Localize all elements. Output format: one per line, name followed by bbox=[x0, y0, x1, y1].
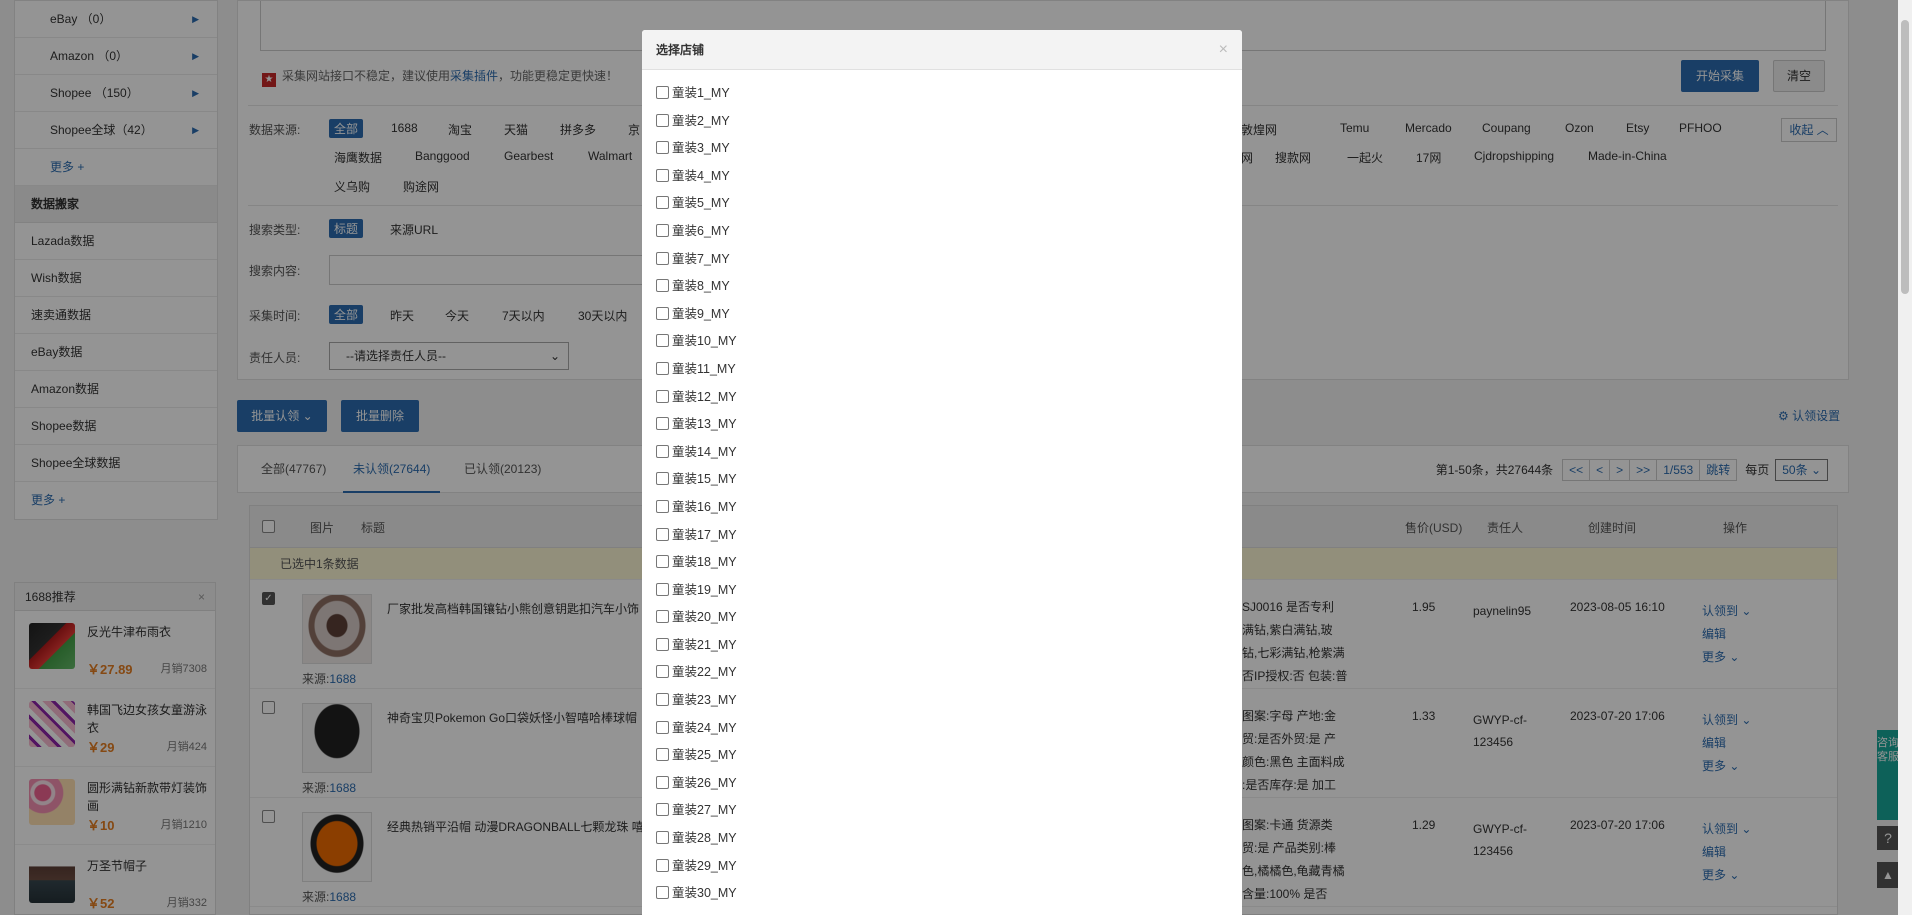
shop-checkbox[interactable] bbox=[656, 196, 669, 210]
shop-name: 童装11_MY bbox=[672, 361, 736, 376]
shop-checkbox[interactable] bbox=[656, 223, 669, 237]
shop-option[interactable]: 童装27_MY bbox=[656, 801, 1242, 829]
shop-name: 童装16_MY bbox=[672, 499, 737, 514]
shop-option[interactable]: 童装17_MY bbox=[656, 526, 1242, 554]
modal-header: 选择店铺 × bbox=[642, 30, 1242, 70]
shop-checkbox[interactable] bbox=[656, 803, 669, 817]
shop-option[interactable]: 童装14_MY bbox=[656, 443, 1242, 471]
shop-checkbox[interactable] bbox=[656, 582, 669, 596]
modal-title: 选择店铺 bbox=[656, 43, 705, 57]
shop-name: 童装9_MY bbox=[672, 306, 730, 321]
shop-option[interactable]: 童装22_MY bbox=[656, 663, 1242, 691]
shop-checkbox[interactable] bbox=[656, 693, 669, 707]
shop-name: 童装12_MY bbox=[672, 389, 737, 404]
shop-name: 童装7_MY bbox=[672, 251, 730, 266]
select-shop-modal: 选择店铺 × 童装1_MY 童装2_MY 童装3_MY 童装4_MY 童装5_MY 童装6… bbox=[642, 30, 1242, 915]
shop-name: 童装14_MY bbox=[672, 444, 737, 459]
shop-option[interactable]: 童装4_MY bbox=[656, 167, 1242, 195]
shop-name: 童装4_MY bbox=[672, 168, 730, 183]
shop-checkbox[interactable] bbox=[656, 831, 669, 845]
shop-name: 童装28_MY bbox=[672, 831, 737, 846]
shop-checkbox[interactable] bbox=[656, 858, 669, 872]
shop-checkbox[interactable] bbox=[656, 306, 669, 320]
shop-name: 童装26_MY bbox=[672, 775, 737, 790]
shop-name: 童装19_MY bbox=[672, 582, 737, 597]
shop-name: 童装21_MY bbox=[672, 637, 737, 652]
shop-checkbox[interactable] bbox=[656, 251, 669, 265]
shop-option[interactable]: 童装10_MY bbox=[656, 332, 1242, 360]
shop-option[interactable]: 童装19_MY bbox=[656, 581, 1242, 609]
shop-option[interactable]: 童装13_MY bbox=[656, 415, 1242, 443]
shop-checkbox[interactable] bbox=[656, 279, 669, 293]
shop-name: 童装8_MY bbox=[672, 279, 730, 294]
shop-option[interactable]: 童装7_MY bbox=[656, 250, 1242, 278]
shop-checkbox[interactable] bbox=[656, 86, 669, 99]
shop-checkbox[interactable] bbox=[656, 720, 669, 734]
shop-name: 童装22_MY bbox=[672, 665, 737, 680]
shop-option[interactable]: 童装15_MY bbox=[656, 470, 1242, 498]
scrollbar-thumb[interactable] bbox=[1901, 20, 1909, 294]
shop-checkbox[interactable] bbox=[656, 113, 669, 127]
shop-option[interactable]: 童装6_MY bbox=[656, 222, 1242, 250]
shop-option[interactable]: 童装23_MY bbox=[656, 691, 1242, 719]
shop-option[interactable]: 童装5_MY bbox=[656, 194, 1242, 222]
shop-option[interactable]: 童装12_MY bbox=[656, 388, 1242, 416]
shop-name: 童装20_MY bbox=[672, 610, 737, 625]
close-icon[interactable]: × bbox=[1219, 30, 1228, 70]
shop-checkbox[interactable] bbox=[656, 499, 669, 513]
shop-name: 童装30_MY bbox=[672, 886, 737, 901]
shop-option[interactable]: 童装30_MY bbox=[656, 884, 1242, 912]
shop-checkbox[interactable] bbox=[656, 610, 669, 624]
shop-checkbox[interactable] bbox=[656, 775, 669, 789]
shop-checkbox[interactable] bbox=[656, 168, 669, 182]
shop-option[interactable]: 童装24_MY bbox=[656, 719, 1242, 747]
shop-name: 童装3_MY bbox=[672, 141, 730, 156]
shop-name: 童装2_MY bbox=[672, 113, 730, 128]
shop-checkbox[interactable] bbox=[656, 665, 669, 679]
shop-name: 童装18_MY bbox=[672, 555, 737, 570]
shop-checkbox[interactable] bbox=[656, 886, 669, 900]
shop-checkbox[interactable] bbox=[656, 141, 669, 155]
shop-name: 童装6_MY bbox=[672, 223, 730, 238]
shop-option[interactable]: 童装8_MY bbox=[656, 277, 1242, 305]
shop-name: 童装24_MY bbox=[672, 720, 737, 735]
shop-checkbox[interactable] bbox=[656, 334, 669, 348]
shop-option[interactable]: 童装20_MY bbox=[656, 608, 1242, 636]
shop-option[interactable]: 童装18_MY bbox=[656, 553, 1242, 581]
shop-checkbox[interactable] bbox=[656, 361, 669, 375]
shop-name: 童装25_MY bbox=[672, 748, 737, 763]
shop-option[interactable]: 童装9_MY bbox=[656, 305, 1242, 333]
shop-checkbox[interactable] bbox=[656, 555, 669, 569]
shop-option[interactable]: 童装2_MY bbox=[656, 112, 1242, 140]
shop-list: 童装1_MY 童装2_MY 童装3_MY 童装4_MY 童装5_MY 童装6_MY 童装7_… bbox=[642, 70, 1242, 912]
shop-option[interactable]: 童装11_MY bbox=[656, 360, 1242, 388]
page-scrollbar[interactable] bbox=[1898, 0, 1912, 915]
shop-checkbox[interactable] bbox=[656, 472, 669, 486]
shop-option[interactable]: 童装3_MY bbox=[656, 139, 1242, 167]
shop-name: 童装5_MY bbox=[672, 196, 730, 211]
shop-checkbox[interactable] bbox=[656, 389, 669, 403]
shop-name: 童装27_MY bbox=[672, 803, 737, 818]
page: eBay （0） ▶ Amazon （0） ▶ Shopee （150） ▶ Shop… bbox=[0, 0, 1912, 915]
shop-name: 童装1_MY bbox=[672, 86, 730, 100]
shop-option[interactable]: 童装1_MY bbox=[656, 84, 1242, 112]
shop-name: 童装29_MY bbox=[672, 858, 737, 873]
shop-name: 童装17_MY bbox=[672, 527, 737, 542]
shop-option[interactable]: 童装28_MY bbox=[656, 829, 1242, 857]
shop-name: 童装13_MY bbox=[672, 417, 737, 432]
shop-name: 童装10_MY bbox=[672, 334, 737, 349]
shop-option[interactable]: 童装29_MY bbox=[656, 857, 1242, 885]
shop-name: 童装23_MY bbox=[672, 693, 737, 708]
shop-checkbox[interactable] bbox=[656, 417, 669, 431]
shop-option[interactable]: 童装25_MY bbox=[656, 746, 1242, 774]
shop-checkbox[interactable] bbox=[656, 748, 669, 762]
shop-option[interactable]: 童装16_MY bbox=[656, 498, 1242, 526]
shop-checkbox[interactable] bbox=[656, 637, 669, 651]
shop-checkbox[interactable] bbox=[656, 527, 669, 541]
shop-name: 童装15_MY bbox=[672, 472, 737, 487]
shop-checkbox[interactable] bbox=[656, 444, 669, 458]
shop-option[interactable]: 童装26_MY bbox=[656, 774, 1242, 802]
shop-option[interactable]: 童装21_MY bbox=[656, 636, 1242, 664]
